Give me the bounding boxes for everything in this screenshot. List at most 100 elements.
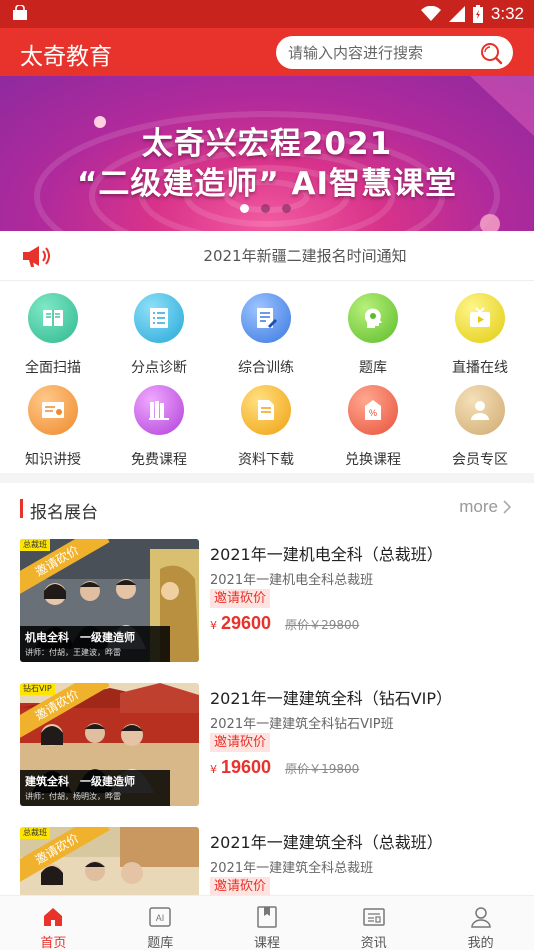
tab-label: 题库 [147, 936, 174, 950]
tv-icon [455, 293, 505, 343]
certificate-icon [28, 385, 78, 435]
current-price: 19600 [221, 757, 272, 777]
books-icon [134, 385, 184, 435]
bottom-nav: 首页 AI 题库 课程 资讯 我的 [0, 895, 534, 950]
tab-label: 课程 [253, 936, 280, 950]
carousel-indicator [240, 204, 291, 213]
member-icon [455, 385, 505, 435]
svg-text:AI: AI [156, 913, 165, 923]
course-thumbnail[interactable]: 邀请砍价 总裁班 机电全科 一级建造师 讲师：付胡，王建波，晔雷 [20, 539, 199, 662]
original-price: 原价￥29800 [285, 618, 360, 632]
tab-home[interactable]: 首页 [0, 896, 107, 950]
tab-courses[interactable]: 课程 [214, 896, 321, 950]
bargain-badge: 邀请砍价 [210, 877, 271, 896]
grid-item-label: 会员专区 [452, 452, 508, 468]
search-input[interactable] [288, 41, 473, 64]
bargain-badge: 邀请砍价 [210, 733, 271, 752]
course-title[interactable]: 2021年一建机电全科（总裁班） [210, 541, 443, 565]
grid-item-live[interactable]: 直播在线 [427, 281, 533, 376]
original-price: 原价￥19800 [285, 762, 360, 776]
section-title: 报名展台 [30, 503, 98, 523]
grid-item-free-course[interactable]: 免费课程 [106, 373, 212, 468]
feature-grid: 全面扫描 分点诊断 综合训练 题库 直播在线 知识讲授 免费课程 资料下载 % … [0, 281, 534, 473]
book-icon [28, 293, 78, 343]
course-thumbnail[interactable]: 邀请砍价 钻石VIP 建筑全科 一级建造师 讲师：付胡，杨明汝，晔雷 [20, 683, 199, 806]
grid-item-question-bank[interactable]: 题库 [320, 281, 426, 376]
notice-text[interactable]: 2021年新疆二建报名时间通知 [0, 245, 534, 266]
course-subtitle: 2021年一建建筑全科钻石VIP班 [210, 717, 394, 732]
price-row: ¥ 29600 原价￥29800 [210, 613, 359, 634]
grid-item-member[interactable]: 会员专区 [427, 373, 533, 468]
coupon-icon: % [348, 385, 398, 435]
clock: 3:32 [490, 4, 524, 23]
more-label: more [459, 497, 498, 516]
tab-news[interactable]: 资讯 [320, 896, 427, 950]
thumbnail-tag: 钻石VIP [20, 683, 55, 695]
svg-text:%: % [369, 408, 377, 418]
tab-mine[interactable]: 我的 [427, 896, 534, 950]
notice-bar[interactable]: 2021年新疆二建报名时间通知 [0, 231, 534, 281]
shopping-bag-icon [13, 5, 27, 20]
grid-item-training[interactable]: 综合训练 [213, 281, 319, 376]
thumbnail-teachers: 讲师：付胡，杨明汝，晔雷 [25, 792, 121, 801]
course-subtitle: 2021年一建机电全科总裁班 [210, 573, 374, 588]
thumbnail-caption-title: 建筑全科 一级建造师 [25, 775, 135, 788]
edit-doc-icon [241, 293, 291, 343]
section-accent-bar [20, 499, 23, 518]
ai-icon: AI [149, 907, 171, 927]
carousel-dot[interactable] [261, 204, 270, 213]
search-box[interactable] [276, 36, 513, 69]
tab-label: 我的 [467, 936, 494, 950]
grid-item-label: 兑换课程 [345, 452, 401, 468]
grid-item-lecture[interactable]: 知识讲授 [0, 373, 106, 468]
tab-question-bank[interactable]: AI 题库 [107, 896, 214, 950]
wifi-icon [420, 6, 441, 21]
search-icon[interactable] [479, 41, 503, 65]
thumbnail-tag: 总裁班 [20, 539, 50, 551]
grid-item-label: 资料下载 [238, 452, 294, 468]
file-icon [241, 385, 291, 435]
bargain-badge: 邀请砍价 [210, 589, 271, 608]
grid-item-redeem[interactable]: % 兑换课程 [320, 373, 426, 468]
grid-item-label: 免费课程 [131, 452, 187, 468]
thumbnail-caption: 建筑全科 一级建造师 讲师：付胡，杨明汝，晔雷 [20, 770, 170, 806]
news-icon [363, 908, 385, 926]
battery-icon [472, 5, 483, 23]
thumbnail-caption: 机电全科 一级建造师 讲师：付胡，王建波，晔雷 [20, 626, 170, 662]
tab-label: 资讯 [360, 936, 387, 950]
tab-label: 首页 [40, 936, 67, 950]
chevron-right-icon [503, 500, 512, 514]
status-bar: 3:32 [0, 0, 534, 28]
course-section: 报名展台 more 邀请砍价 总裁班 机电全科 一级建造师 讲师：付胡，王建波，… [0, 483, 534, 950]
signal-icon [448, 6, 465, 22]
current-price: 29600 [221, 613, 272, 633]
app-header: 太奇教育 [0, 28, 534, 76]
banner-subheadline: “二级建造师” AI智慧课堂 [76, 166, 458, 202]
course-card[interactable]: 邀请砍价 钻石VIP 建筑全科 一级建造师 讲师：付胡，杨明汝，晔雷 2021年… [20, 683, 514, 807]
home-icon [44, 908, 63, 926]
thumbnail-teachers: 讲师：付胡，王建波，晔雷 [25, 648, 121, 657]
course-card[interactable]: 邀请砍价 总裁班 机电全科 一级建造师 讲师：付胡，王建波，晔雷 2021年一建… [20, 539, 514, 663]
banner-headline: 太奇兴宏程2021 [141, 126, 393, 162]
carousel-dot[interactable] [240, 204, 249, 213]
carousel-dot[interactable] [282, 204, 291, 213]
user-icon [470, 907, 491, 928]
app-title: 太奇教育 [20, 44, 112, 70]
currency-symbol: ¥ [210, 619, 217, 632]
course-subtitle: 2021年一建建筑全科总裁班 [210, 861, 374, 876]
grid-item-scan[interactable]: 全面扫描 [0, 281, 106, 376]
grid-item-download[interactable]: 资料下载 [213, 373, 319, 468]
head-icon [348, 293, 398, 343]
bookmark-icon [257, 906, 277, 928]
grid-item-diagnosis[interactable]: 分点诊断 [106, 281, 212, 376]
promo-banner[interactable]: 太奇兴宏程2021 “二级建造师” AI智慧课堂 [0, 76, 534, 231]
more-link[interactable]: more [459, 497, 512, 517]
course-title[interactable]: 2021年一建建筑全科（总裁班） [210, 829, 443, 853]
course-title[interactable]: 2021年一建建筑全科（钻石VIP） [210, 685, 452, 709]
checklist-icon [134, 293, 184, 343]
price-row: ¥ 19600 原价￥19800 [210, 757, 359, 778]
grid-item-label: 知识讲授 [25, 452, 81, 468]
thumbnail-caption-title: 机电全科 一级建造师 [25, 631, 135, 644]
thumbnail-tag: 总裁班 [20, 827, 50, 839]
currency-symbol: ¥ [210, 763, 217, 776]
